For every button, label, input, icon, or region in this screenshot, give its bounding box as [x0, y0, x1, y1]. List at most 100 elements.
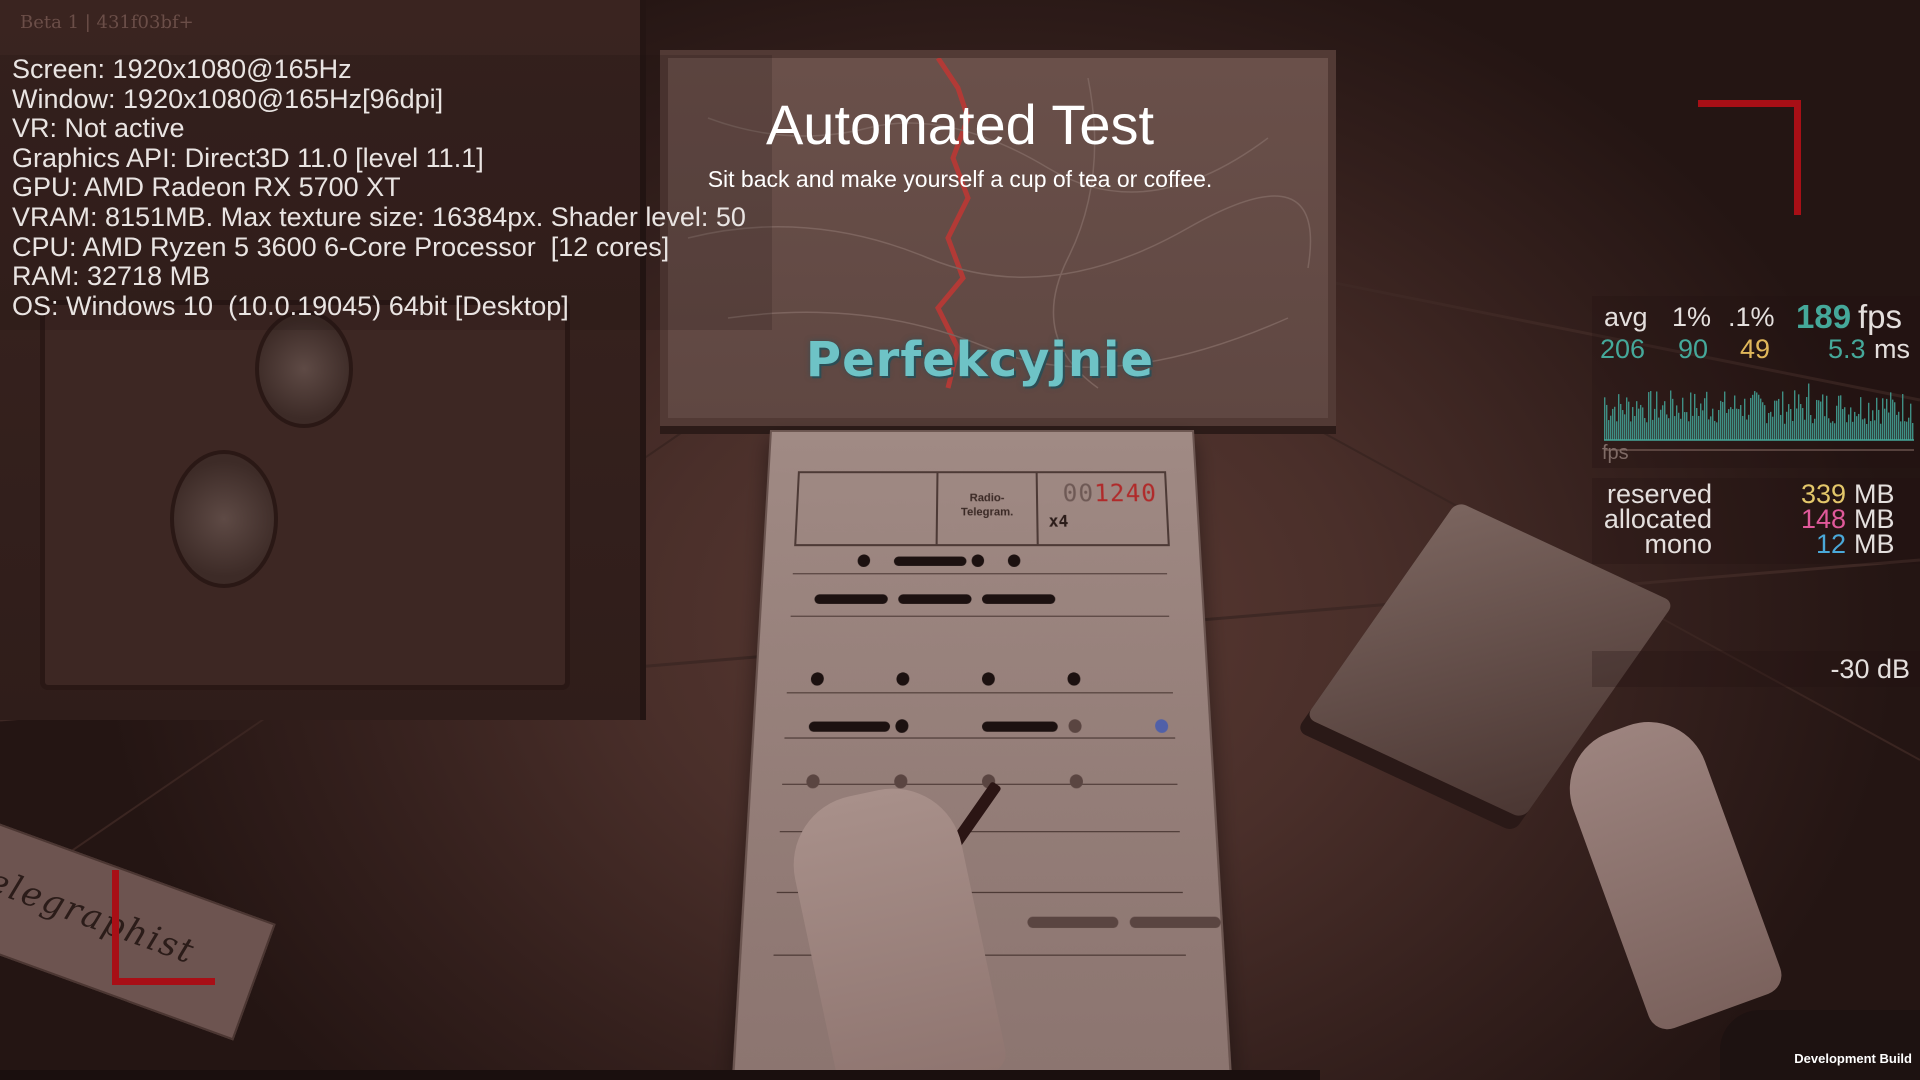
morse-dot	[1007, 554, 1021, 567]
fps-header-1pct: 1%	[1672, 302, 1712, 332]
memory-mono-unit: MB	[1854, 529, 1895, 559]
fps-graph-bar	[1836, 405, 1838, 440]
fps-graph-bar	[1786, 411, 1788, 440]
banner-title: Automated Test	[765, 93, 1155, 156]
fps-graph-bar	[1770, 411, 1772, 440]
fps-graph-bar	[1726, 412, 1728, 440]
fps-graph-bar	[1862, 419, 1864, 440]
fps-graph-bar	[1714, 420, 1716, 440]
fps-graph-bar	[1874, 420, 1876, 440]
system-info-screen: Screen: 1920x1080@165Hz	[12, 54, 352, 84]
fps-graph-bar	[1694, 393, 1696, 440]
fps-graph-bar	[1722, 402, 1724, 440]
fps-graph-bar	[1824, 416, 1826, 440]
system-info-os: OS: Windows 10 (10.0.19045) 64bit [Deskt…	[12, 290, 569, 321]
frame-time-value: 5.3	[1828, 334, 1866, 364]
fps-graph-bar	[1684, 412, 1686, 440]
fps-graph	[1604, 383, 1914, 451]
audio-level-value: -30 dB	[1830, 654, 1910, 684]
fps-graph-bar	[1868, 402, 1870, 440]
fps-graph-bar	[1624, 414, 1626, 440]
fps-graph-bar	[1632, 407, 1634, 440]
fps-graph-bar	[1870, 421, 1872, 440]
fps-graph-label: fps	[1602, 442, 1629, 464]
fps-graph-bar	[1738, 409, 1740, 440]
fps-graph-bar	[1650, 391, 1652, 440]
fps-graph-bar	[1834, 423, 1836, 440]
fps-graph-bar	[1640, 404, 1642, 440]
fps-graph-bar	[1616, 421, 1618, 440]
fps-graph-bar	[1864, 418, 1866, 440]
fps-graph-bar	[1902, 394, 1904, 440]
system-info-ram: RAM: 32718 MB	[12, 261, 211, 292]
fps-graph-bar	[1818, 400, 1820, 440]
morse-dash	[1129, 916, 1221, 928]
fps-graph-bar	[1774, 400, 1776, 440]
fps-graph-bar	[1858, 413, 1860, 440]
form-rule	[782, 783, 1178, 785]
fps-graph-bar	[1690, 392, 1692, 440]
fps-graph-bar	[1712, 408, 1714, 440]
fps-graph-bar	[1816, 399, 1818, 440]
fps-graph-bar	[1764, 405, 1766, 440]
fps-graph-bar	[1892, 399, 1894, 440]
fps-graph-bar	[1772, 416, 1774, 440]
fps-graph-bar	[1908, 417, 1910, 440]
fps-graph-bar	[1856, 416, 1858, 440]
fps-graph-bar	[1756, 392, 1758, 440]
fps-graph-bar	[1678, 412, 1680, 440]
fps-graph-bar	[1604, 397, 1606, 440]
fps-graph-bar	[1606, 404, 1608, 440]
fps-graph-bar	[1820, 401, 1822, 440]
fps-header-01pct: .1%	[1728, 302, 1775, 332]
fps-graph-bar	[1626, 397, 1628, 440]
fps-graph-bar	[1854, 411, 1856, 440]
fps-graph-bar	[1746, 419, 1748, 440]
fps-graph-bar	[1832, 421, 1834, 440]
system-info-cpu: CPU: AMD Ryzen 5 3600 6-Core Processor […	[12, 231, 670, 262]
banner-subtitle: Sit back and make yourself a cup of tea …	[707, 166, 1213, 192]
gauge-dial-bottom	[170, 450, 278, 588]
fps-graph-bar	[1910, 403, 1912, 440]
fps-graph-bar	[1890, 392, 1892, 440]
fps-graph-bar	[1806, 397, 1808, 440]
fps-graph-bar	[1850, 407, 1852, 440]
fps-graph-bar	[1736, 408, 1738, 440]
fps-graph-bar	[1880, 423, 1882, 440]
morse-dot-cursor	[1154, 719, 1169, 733]
morse-dot	[1067, 672, 1081, 686]
fps-graph-bar	[1790, 409, 1792, 440]
fps-graph-bar	[1830, 422, 1832, 440]
fps-graph-bar	[1800, 404, 1802, 440]
fps-graph-bar	[1698, 415, 1700, 440]
form-rule	[786, 692, 1173, 694]
fps-graph-bar	[1762, 402, 1764, 440]
fps-graph-bar	[1888, 412, 1890, 440]
serial-number: 001240	[1062, 479, 1158, 508]
morse-dash	[1027, 916, 1119, 928]
morse-dash	[814, 594, 888, 604]
morse-dash	[808, 721, 891, 732]
fps-graph-bar	[1768, 412, 1770, 440]
fps-graph-bar	[1612, 408, 1614, 440]
fps-graph-bar	[1636, 401, 1638, 440]
fps-graph-bar	[1848, 414, 1850, 440]
morse-dot	[982, 672, 995, 686]
fps-graph-bar	[1706, 391, 1708, 440]
fps-avg-value: 206	[1600, 334, 1646, 364]
fps-graph-bar	[1844, 407, 1846, 440]
build-version-tag: Beta 1 | 431f03bf+	[20, 12, 194, 33]
memory-panel: reserved 339 MB allocated 148 MB mono 12…	[1592, 478, 1920, 564]
fps-graph-bar	[1634, 416, 1636, 440]
fps-graph-bar	[1822, 394, 1824, 440]
fps-graph-bar	[1752, 394, 1754, 440]
morse-dot	[894, 774, 908, 789]
fps-graph-bar	[1912, 422, 1914, 440]
fps-graph-bar	[1658, 417, 1660, 440]
fps-graph-bar	[1670, 390, 1672, 440]
fps-graph-bar	[1716, 422, 1718, 440]
fps-graph-bar	[1840, 395, 1842, 440]
fps-graph-bar	[1648, 392, 1650, 440]
fps-01pct-value: 49	[1740, 334, 1771, 364]
fps-graph-bar	[1724, 391, 1726, 440]
